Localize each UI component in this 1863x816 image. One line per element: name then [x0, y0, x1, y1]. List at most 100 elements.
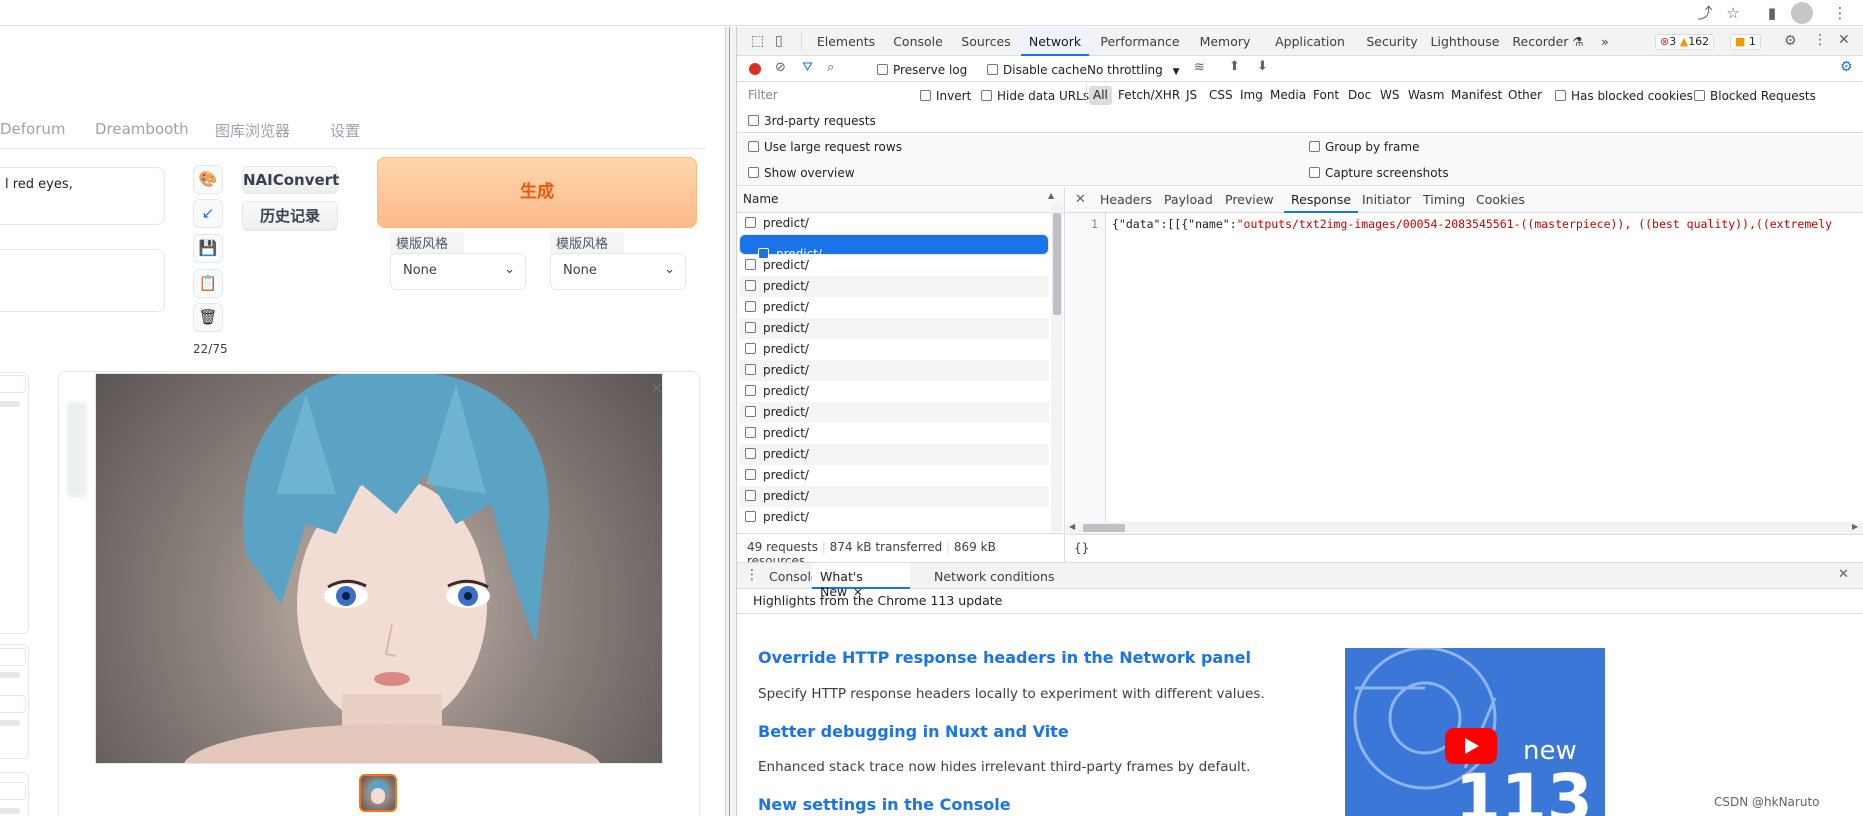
clear-icon[interactable]: ⊘: [775, 60, 786, 75]
filter-type-css[interactable]: CSS: [1209, 88, 1233, 102]
download-icon[interactable]: ⬇: [1257, 59, 1268, 74]
youtube-play-icon[interactable]: [1445, 728, 1497, 764]
tab-application[interactable]: Application: [1262, 27, 1358, 56]
blocked-requests-checkbox[interactable]: Blocked Requests: [1694, 89, 1816, 103]
request-row[interactable]: predict/: [739, 297, 1049, 318]
filter-type-js[interactable]: JS: [1186, 88, 1197, 102]
close-drawer-icon[interactable]: ✕: [1838, 567, 1849, 582]
filter-type-manifest[interactable]: Manifest: [1451, 88, 1502, 102]
third-party-checkbox[interactable]: 3rd-party requests: [748, 114, 876, 128]
prompt-input[interactable]: l red eyes,: [0, 167, 165, 225]
name-column-header[interactable]: Name ▲: [737, 187, 1064, 213]
menu-icon[interactable]: ⋮: [1813, 32, 1827, 48]
tab-deforum[interactable]: Deforum: [0, 120, 66, 138]
tab-network[interactable]: Network: [1021, 27, 1089, 56]
tab-console[interactable]: Console: [885, 27, 951, 56]
network-conditions-icon[interactable]: ≋: [1194, 60, 1205, 75]
invert-checkbox[interactable]: Invert: [920, 89, 971, 103]
group-by-frame-checkbox[interactable]: Group by frame: [1309, 140, 1419, 154]
split-handle[interactable]: [725, 27, 737, 816]
request-row[interactable]: predict/: [739, 402, 1049, 423]
search-icon[interactable]: ⌕: [827, 60, 834, 75]
side-panel-icon[interactable]: ▮: [1762, 3, 1782, 23]
request-row[interactable]: predict/: [739, 360, 1049, 381]
tab-performance[interactable]: Performance: [1092, 27, 1188, 56]
slider[interactable]: [0, 672, 20, 678]
style1-select[interactable]: None ⌄: [390, 253, 526, 290]
thumbnail[interactable]: [359, 774, 397, 812]
profile-icon[interactable]: [1791, 2, 1813, 24]
slider[interactable]: [0, 720, 20, 726]
detail-tab-headers[interactable]: Headers: [1100, 187, 1152, 213]
palette-icon[interactable]: 🎨: [193, 165, 223, 194]
more-tabs-icon[interactable]: »: [1594, 27, 1616, 56]
menu-icon[interactable]: ⋮: [1830, 3, 1850, 23]
request-row[interactable]: predict/: [739, 339, 1049, 360]
filter-type-wasm[interactable]: Wasm: [1408, 88, 1444, 102]
number-input[interactable]: [0, 375, 26, 393]
disable-cache-checkbox[interactable]: Disable cache: [987, 63, 1087, 77]
inspect-icon[interactable]: ⬚: [751, 33, 764, 49]
request-row[interactable]: predict/: [739, 213, 1049, 234]
tab-sources[interactable]: Sources: [953, 27, 1019, 56]
gear-icon[interactable]: ⚙: [1784, 33, 1797, 49]
response-body[interactable]: {"data":[[{"name":"outputs/txt2img-image…: [1112, 217, 1832, 231]
number-input[interactable]: [0, 782, 26, 800]
close-detail-icon[interactable]: ✕: [1075, 192, 1086, 207]
preserve-log-checkbox[interactable]: Preserve log: [877, 63, 967, 77]
close-icon[interactable]: ×: [650, 378, 663, 397]
clipboard-icon[interactable]: 📋: [193, 269, 223, 298]
naiconvert-button[interactable]: NAIConvert: [242, 166, 339, 194]
scrollbar-thumb[interactable]: [1053, 213, 1061, 315]
tab-settings[interactable]: 设置: [330, 120, 360, 141]
detail-tab-cookies[interactable]: Cookies: [1476, 187, 1525, 213]
filter-type-img[interactable]: Img: [1240, 88, 1263, 102]
drawer-tab-network-conditions[interactable]: Network conditions: [934, 569, 1054, 584]
filter-input[interactable]: Filter: [744, 86, 909, 105]
horizontal-scrollbar[interactable]: ◀ ▶: [1066, 522, 1863, 534]
request-row[interactable]: predict/: [739, 423, 1049, 444]
scrollbar-thumb[interactable]: [1083, 524, 1125, 532]
detail-tab-initiator[interactable]: Initiator: [1362, 187, 1411, 213]
detail-tab-response[interactable]: Response: [1284, 187, 1359, 213]
scroll-left-icon[interactable]: ◀: [1069, 522, 1075, 531]
request-row[interactable]: predict/: [739, 255, 1049, 276]
number-input[interactable]: [0, 648, 26, 666]
drawer-menu-icon[interactable]: ⋮: [745, 567, 759, 583]
detail-tab-timing[interactable]: Timing: [1423, 187, 1465, 213]
request-row[interactable]: predict/: [739, 276, 1049, 297]
request-row[interactable]: predict/: [739, 465, 1049, 486]
slider[interactable]: [0, 401, 20, 407]
whats-new-item-title[interactable]: Better debugging in Nuxt and Vite: [758, 722, 1069, 741]
filter-type-doc[interactable]: Doc: [1348, 88, 1371, 102]
style2-select[interactable]: None ⌄: [550, 253, 686, 290]
tab-recorder[interactable]: Recorder ⚗: [1507, 27, 1589, 56]
throttling-select[interactable]: No throttling ▼: [1087, 63, 1180, 77]
whats-new-item-title[interactable]: Override HTTP response headers in the Ne…: [758, 648, 1251, 667]
tab-gallery[interactable]: 图库浏览器: [215, 120, 290, 141]
filter-type-media[interactable]: Media: [1270, 88, 1306, 102]
upload-icon[interactable]: ⬆: [1229, 59, 1240, 74]
tab-security[interactable]: Security: [1360, 27, 1424, 56]
whats-new-item-title[interactable]: New settings in the Console: [758, 795, 1011, 814]
generated-image[interactable]: [95, 373, 663, 764]
slider[interactable]: [0, 808, 20, 814]
hide-data-urls-checkbox[interactable]: Hide data URLs: [981, 89, 1089, 103]
detail-tab-preview[interactable]: Preview: [1225, 187, 1274, 213]
history-button[interactable]: 历史记录: [242, 201, 338, 231]
tab-elements[interactable]: Elements: [810, 27, 882, 56]
arrow-icon[interactable]: ↙: [193, 199, 223, 228]
capture-screenshots-checkbox[interactable]: Capture screenshots: [1309, 166, 1449, 180]
number-input[interactable]: [0, 695, 26, 713]
network-settings-gear-icon[interactable]: ⚙: [1840, 59, 1853, 75]
filter-icon[interactable]: ⛛: [802, 60, 813, 75]
device-toolbar-icon[interactable]: ▯: [775, 33, 783, 49]
request-row[interactable]: predict/: [739, 234, 1049, 261]
filter-type-other[interactable]: Other: [1508, 88, 1542, 102]
detail-tab-payload[interactable]: Payload: [1164, 187, 1213, 213]
record-icon[interactable]: [749, 63, 761, 75]
request-row[interactable]: predict/: [739, 381, 1049, 402]
filter-type-fetch[interactable]: Fetch/XHR: [1118, 88, 1180, 102]
close-icon[interactable]: ✕: [1838, 32, 1850, 48]
filter-type-font[interactable]: Font: [1313, 88, 1339, 102]
